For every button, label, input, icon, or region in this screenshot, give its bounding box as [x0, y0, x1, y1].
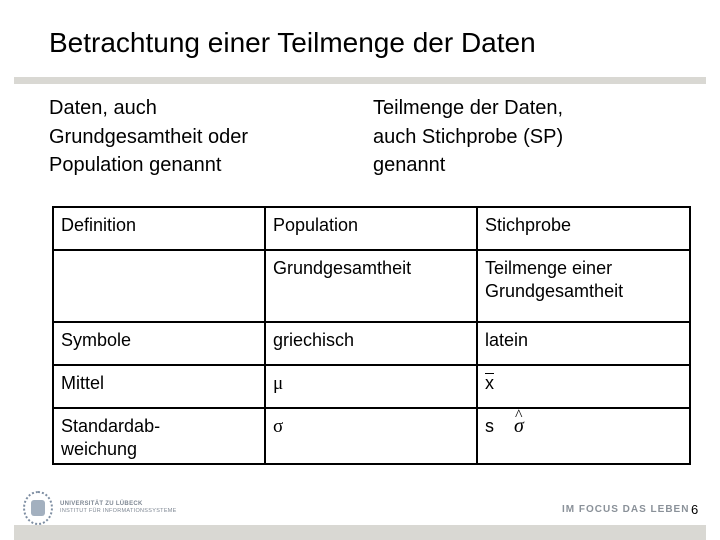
table-cell: Population: [264, 206, 478, 251]
table-row: Mittel μ x: [52, 364, 691, 409]
table-row: Grundgesamtheit Teilmenge einer Grundges…: [52, 249, 691, 323]
table-cell: Standardab- weichung: [52, 407, 266, 465]
table-cell: Teilmenge einer Grundgesamtheit: [476, 249, 691, 323]
title-divider: [14, 77, 706, 84]
table-cell: s ^ σ: [476, 407, 691, 465]
university-logo: UNIVERSITÄT ZU LÜBECK INSTITUT FÜR INFOR…: [23, 491, 177, 525]
table-cell: μ: [264, 364, 478, 409]
row-label-std-dev: Standardab- weichung: [61, 416, 161, 459]
table-cell: Symbole: [52, 321, 266, 366]
table-cell: latein: [476, 321, 691, 366]
row-label-mean: Mittel: [61, 373, 105, 393]
table-cell: Grundgesamtheit: [264, 249, 478, 323]
slogan: IM FOCUS DAS LEBEN: [562, 504, 690, 515]
logo-text: UNIVERSITÄT ZU LÜBECK INSTITUT FÜR INFOR…: [60, 501, 177, 515]
intro-population-text: Daten, auch Grundgesamtheit oder Populat…: [49, 97, 249, 176]
population-mean-symbol: μ: [273, 373, 284, 394]
row-label-symbols: Symbole: [61, 330, 132, 350]
sample-std-symbol: s: [485, 416, 494, 436]
university-name: UNIVERSITÄT ZU LÜBECK: [60, 501, 143, 507]
table-row: Standardab- weichung σ s ^ σ: [52, 407, 691, 465]
table-row: Symbole griechisch latein: [52, 321, 691, 366]
seal-emblem: [31, 500, 45, 516]
sample-symbols: latein: [485, 330, 529, 350]
population-definition: Grundgesamtheit: [273, 258, 412, 278]
table-cell: Stichprobe: [476, 206, 691, 251]
table-cell: Mittel: [52, 364, 266, 409]
institute-name: INSTITUT FÜR INFORMATIONSSYSTEME: [60, 508, 177, 514]
intro-sample-text: Teilmenge der Daten, auch Stichprobe (SP…: [373, 97, 564, 176]
table-cell: [52, 249, 266, 323]
table-cell: Definition: [52, 206, 266, 251]
footer-bar: [14, 525, 706, 540]
population-symbols: griechisch: [273, 330, 355, 350]
table-cell: x: [476, 364, 691, 409]
table-cell: σ: [264, 407, 478, 465]
sample-mean-symbol: x: [485, 373, 494, 393]
sigma-hat-symbol: ^ σ: [514, 407, 524, 438]
row-label-definition: Definition: [61, 215, 137, 235]
table-row: Definition Population Stichprobe: [52, 206, 691, 251]
column-header-population: Population: [273, 215, 359, 235]
column-header-sample: Stichprobe: [485, 215, 572, 235]
table-cell: griechisch: [264, 321, 478, 366]
population-std-symbol: σ: [273, 416, 284, 437]
hat-accent: ^: [515, 407, 523, 424]
comparison-table: Definition Population Stichprobe Grundge…: [52, 206, 691, 465]
university-seal-icon: [23, 491, 53, 525]
page-number: 6: [691, 502, 699, 517]
sample-definition: Teilmenge einer Grundgesamtheit: [485, 258, 624, 301]
slide-title: Betrachtung einer Teilmenge der Daten: [49, 27, 536, 58]
